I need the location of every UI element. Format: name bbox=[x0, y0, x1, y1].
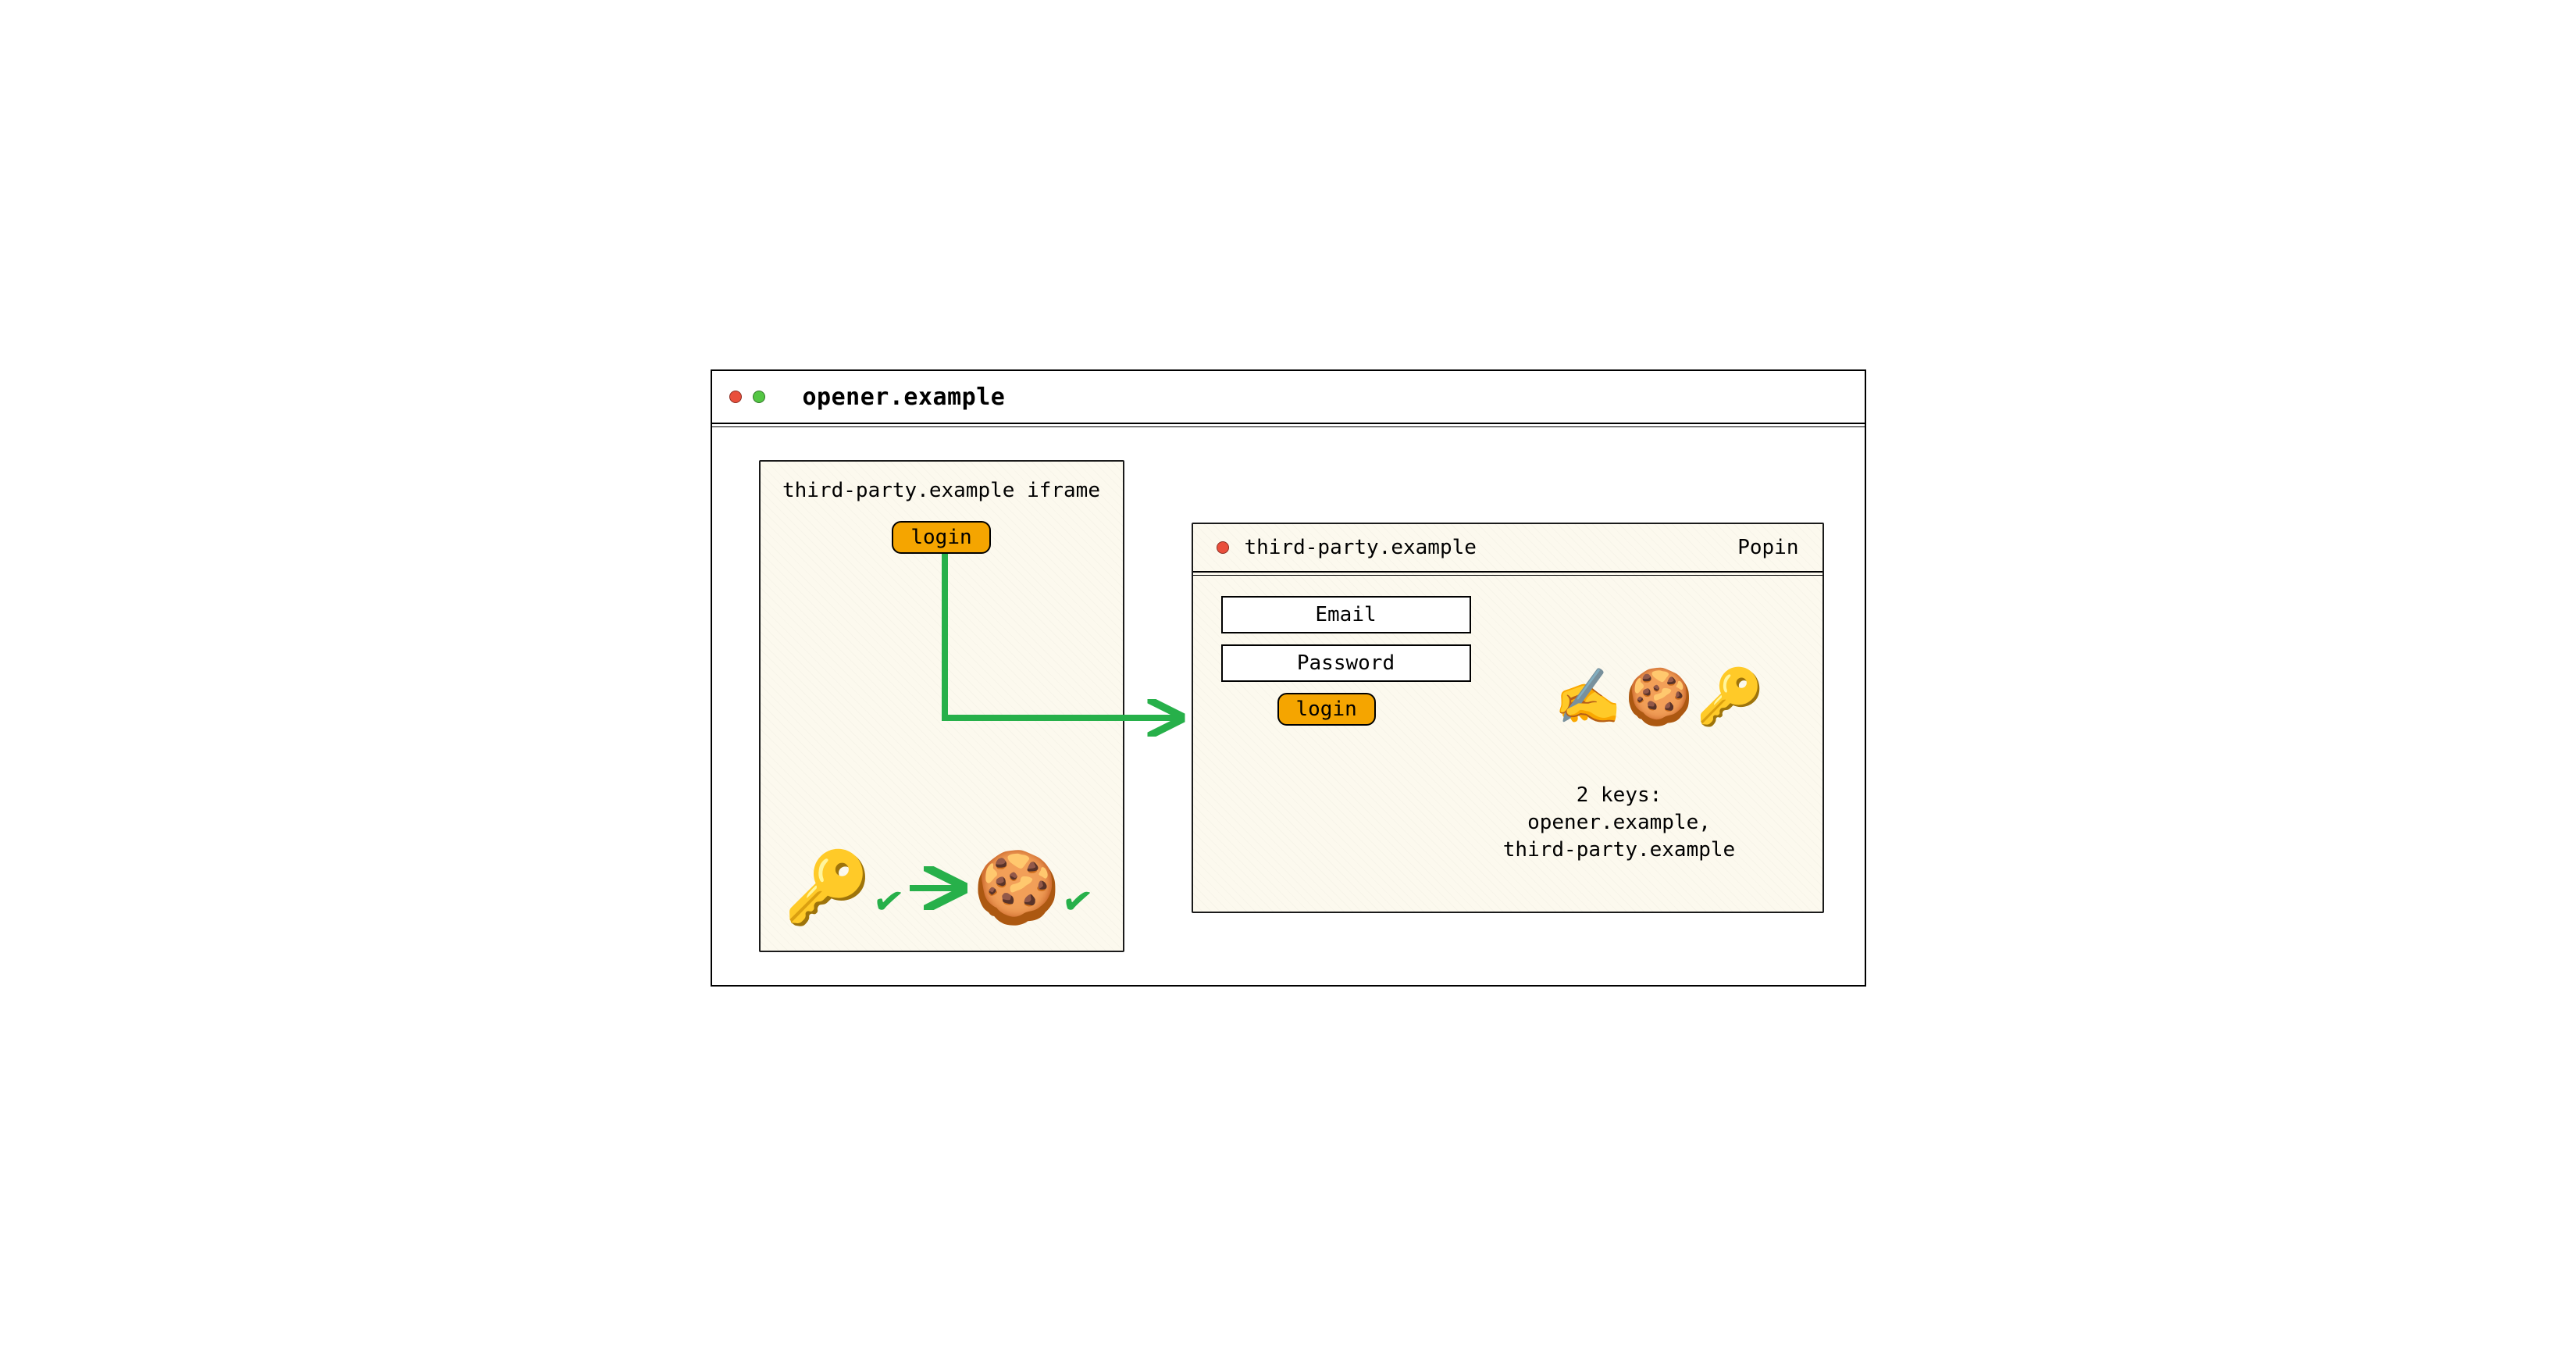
email-field[interactable]: Email bbox=[1221, 596, 1471, 633]
arrow-right-icon bbox=[906, 865, 968, 912]
outer-window-title: opener.example bbox=[803, 384, 1006, 411]
popin-body: Email Password login ✍️🍪🔑 2 keys: opener… bbox=[1193, 573, 1822, 912]
write-cookie-key-icons: ✍️🍪🔑 bbox=[1554, 665, 1767, 730]
keys-line-2: third-party.example bbox=[1463, 837, 1776, 864]
iframe-title: third-party.example iframe bbox=[776, 479, 1107, 502]
checkmark-icon: ✔ bbox=[872, 872, 904, 925]
popin-title: third-party.example bbox=[1245, 536, 1477, 559]
key-icon: 🔑 bbox=[784, 847, 871, 929]
window-zoom-icon bbox=[753, 391, 765, 403]
cookie-icon: 🍪 bbox=[973, 847, 1060, 929]
popin-window: third-party.example Popin Email Password… bbox=[1192, 523, 1824, 913]
iframe-login-button[interactable]: login bbox=[892, 521, 990, 554]
iframe-cookie-result: 🔑 ✔ 🍪 ✔ bbox=[784, 847, 1107, 929]
checkmark-icon: ✔ bbox=[1062, 872, 1094, 925]
diagram-canvas: opener.example third-party.example ifram… bbox=[711, 369, 1866, 987]
iframe-box: third-party.example iframe login 🔑 ✔ bbox=[759, 460, 1124, 952]
keys-line-1: opener.example, bbox=[1463, 809, 1776, 837]
window-close-icon bbox=[1217, 541, 1229, 554]
password-field[interactable]: Password bbox=[1221, 644, 1471, 682]
window-close-icon bbox=[729, 391, 742, 403]
outer-window-titlebar: opener.example bbox=[712, 371, 1865, 424]
popin-titlebar: third-party.example Popin bbox=[1193, 524, 1822, 573]
popin-keys-text: 2 keys: opener.example, third-party.exam… bbox=[1463, 782, 1776, 864]
outer-window-body: third-party.example iframe login 🔑 ✔ bbox=[712, 429, 1865, 985]
popin-type-label: Popin bbox=[1737, 536, 1798, 559]
keys-heading: 2 keys: bbox=[1463, 782, 1776, 809]
popin-login-button[interactable]: login bbox=[1277, 693, 1376, 726]
outer-window: opener.example third-party.example ifram… bbox=[711, 369, 1866, 987]
